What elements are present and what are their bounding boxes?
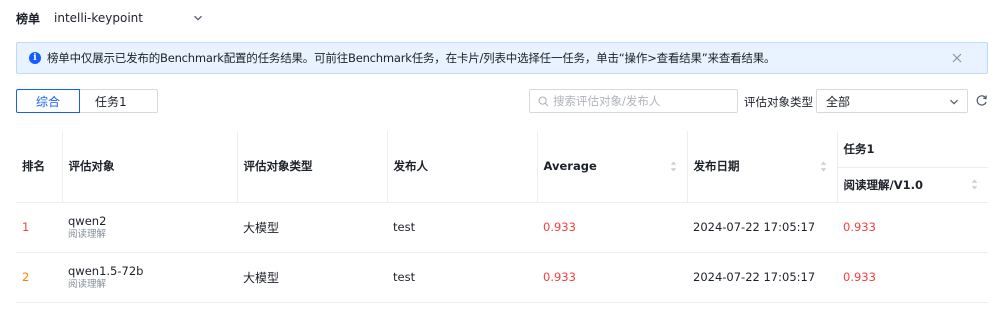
- leaderboard-label: 榜单: [16, 11, 41, 26]
- column-header-rank-label: 排名: [22, 159, 45, 174]
- search-box[interactable]: [529, 89, 738, 113]
- table-row: 2 qwen1.5-72b 阅读理解 大模型 test 0.933 2024-0…: [16, 252, 988, 303]
- column-header-object: 评估对象: [62, 131, 238, 203]
- date-cell: 2024-07-22 17:05:17: [687, 252, 837, 303]
- sort-icon[interactable]: [820, 161, 827, 172]
- refresh-icon[interactable]: [975, 94, 988, 107]
- object-subtitle: 阅读理解: [68, 278, 107, 290]
- object-cell: qwen1.5-72b 阅读理解: [62, 252, 237, 303]
- tab-task1-label: 任务1: [95, 94, 127, 109]
- info-alert: i 榜单中仅展示已发布的Benchmark配置的任务结果。可前往Benchmar…: [16, 42, 988, 74]
- type-cell: 大模型: [237, 202, 387, 253]
- column-header-type: 评估对象类型: [237, 131, 388, 203]
- column-group-task1: 任务1: [837, 131, 988, 168]
- column-header-object-label: 评估对象: [68, 159, 115, 174]
- object-type-value: 全部: [826, 94, 851, 109]
- search-input[interactable]: [553, 94, 723, 108]
- date-cell: 2024-07-22 17:05:17: [687, 202, 837, 253]
- rank-cell: 2: [16, 252, 62, 303]
- column-header-reading-label: 阅读理解/V1.0: [843, 177, 923, 192]
- publisher-cell: test: [387, 252, 537, 303]
- info-icon: i: [29, 52, 41, 64]
- average-cell: 0.933: [537, 252, 687, 303]
- benchmark-select-value: intelli-keypoint: [54, 11, 143, 25]
- task-score-cell: 0.933: [837, 252, 988, 303]
- object-name: qwen2: [68, 213, 107, 228]
- column-header-rank: 排名: [16, 131, 63, 203]
- column-header-average[interactable]: Average: [537, 131, 688, 203]
- chevron-down-icon: [194, 15, 202, 21]
- table-header-row: 排名 评估对象 评估对象类型 发布人 Average 发布日期 任务1: [16, 131, 988, 203]
- tab-overall-label: 综合: [36, 94, 61, 109]
- sort-icon[interactable]: [670, 161, 677, 172]
- close-icon[interactable]: [951, 52, 963, 64]
- object-cell: qwen2 阅读理解: [62, 202, 237, 253]
- object-name: qwen1.5-72b: [68, 263, 144, 278]
- alert-text: 榜单中仅展示已发布的Benchmark配置的任务结果。可前往Benchmark任…: [47, 51, 776, 65]
- leaderboard-header: 榜单 intelli-keypoint: [16, 8, 203, 28]
- task-score-cell: 0.933: [837, 202, 988, 253]
- column-header-average-label: Average: [543, 159, 597, 174]
- rank-cell: 1: [16, 202, 62, 253]
- tab-overall[interactable]: 综合: [16, 89, 81, 113]
- average-cell: 0.933: [537, 202, 687, 253]
- type-cell: 大模型: [237, 252, 387, 303]
- column-group-task1-label: 任务1: [843, 141, 875, 156]
- table-row: 1 qwen2 阅读理解 大模型 test 0.933 2024-07-22 1…: [16, 202, 988, 253]
- column-header-reading[interactable]: 阅读理解/V1.0: [837, 167, 988, 203]
- chevron-down-icon: [950, 99, 958, 105]
- column-header-publisher-label: 发布人: [393, 159, 429, 174]
- column-header-publisher: 发布人: [387, 131, 538, 203]
- sort-icon[interactable]: [971, 179, 978, 190]
- publisher-cell: test: [387, 202, 537, 253]
- leaderboard-table: 排名 评估对象 评估对象类型 发布人 Average 发布日期 任务1 阅读理解…: [16, 131, 988, 303]
- view-tabs: 综合 任务1: [16, 89, 158, 113]
- column-header-type-label: 评估对象类型: [243, 159, 313, 174]
- object-type-select[interactable]: 全部: [816, 89, 968, 113]
- object-type-label: 评估对象类型: [744, 95, 813, 109]
- benchmark-select[interactable]: intelli-keypoint: [54, 11, 203, 25]
- column-header-date-label: 发布日期: [693, 159, 740, 174]
- object-subtitle: 阅读理解: [68, 228, 107, 240]
- search-icon: [538, 95, 549, 106]
- column-header-date[interactable]: 发布日期: [687, 131, 838, 203]
- tab-task1[interactable]: 任务1: [80, 89, 158, 113]
